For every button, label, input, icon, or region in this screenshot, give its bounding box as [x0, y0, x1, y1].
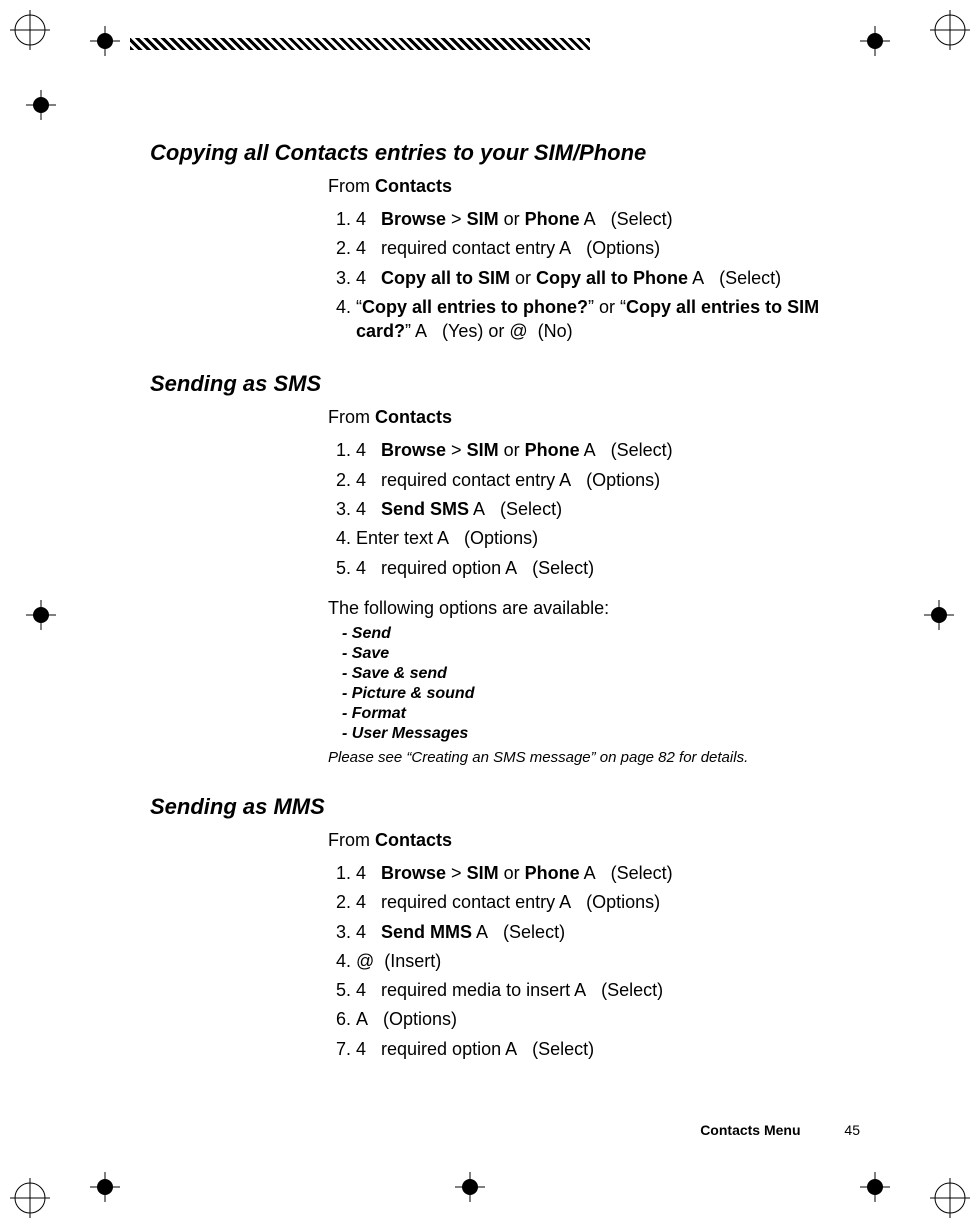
from-value: Contacts — [375, 176, 452, 196]
steps-sms: 4 Browse > SIM or Phone A (Select) 4 req… — [328, 438, 870, 579]
option-item: Picture & sound — [342, 685, 870, 703]
heading-copying: Copying all Contacts entries to your SIM… — [150, 140, 870, 166]
step: 4 required option A (Select) — [356, 1037, 870, 1061]
step: 4 Browse > SIM or Phone A (Select) — [356, 438, 870, 462]
crop-mark-bottom-left — [10, 1178, 50, 1218]
reg-mark-bottom-mid — [455, 1172, 485, 1202]
reg-mark-left-mid — [26, 600, 56, 630]
option-item: Send — [342, 625, 870, 643]
from-label: From — [328, 830, 370, 850]
crop-mark-top-left — [10, 10, 50, 50]
reg-mark-top-right — [860, 26, 890, 56]
step: 4 Browse > SIM or Phone A (Select) — [356, 207, 870, 231]
step: 4 required option A (Select) — [356, 556, 870, 580]
sms-note: Please see “Creating an SMS message” on … — [328, 749, 870, 766]
step: 4 required contact entry A (Options) — [356, 236, 870, 260]
reg-mark-bottom-left — [90, 1172, 120, 1202]
from-value: Contacts — [375, 407, 452, 427]
reg-mark-right-mid — [924, 600, 954, 630]
steps-copying: 4 Browse > SIM or Phone A (Select) 4 req… — [328, 207, 870, 343]
option-item: Format — [342, 705, 870, 723]
heading-sms: Sending as SMS — [150, 371, 870, 397]
step: 4 Send SMS A (Select) — [356, 497, 870, 521]
reg-mark-left-top — [26, 90, 56, 120]
decorative-pattern — [130, 38, 590, 50]
step: 4 required contact entry A (Options) — [356, 890, 870, 914]
from-label: From — [328, 176, 370, 196]
heading-mms: Sending as MMS — [150, 794, 870, 820]
option-item: Save & send — [342, 665, 870, 683]
page-footer: Contacts Menu 45 — [700, 1122, 860, 1138]
from-line-copying: From Contacts — [328, 176, 870, 197]
step: 4 Browse > SIM or Phone A (Select) — [356, 861, 870, 885]
reg-mark-top-left — [90, 26, 120, 56]
crop-mark-top-right — [930, 10, 970, 50]
steps-mms: 4 Browse > SIM or Phone A (Select) 4 req… — [328, 861, 870, 1061]
footer-page-number: 45 — [844, 1122, 860, 1138]
step: 4 Send MMS A (Select) — [356, 920, 870, 944]
option-item: Save — [342, 645, 870, 663]
page-content: Copying all Contacts entries to your SIM… — [150, 140, 870, 1073]
step: 4 Copy all to SIM or Copy all to Phone A… — [356, 266, 870, 290]
option-item: User Messages — [342, 725, 870, 743]
step: @ (Insert) — [356, 949, 870, 973]
step: “Copy all entries to phone?” or “Copy al… — [356, 295, 870, 344]
step: 4 required contact entry A (Options) — [356, 468, 870, 492]
step: Enter text A (Options) — [356, 526, 870, 550]
options-intro: The following options are available: — [328, 598, 870, 619]
crop-mark-bottom-right — [930, 1178, 970, 1218]
reg-mark-bottom-right — [860, 1172, 890, 1202]
from-line-mms: From Contacts — [328, 830, 870, 851]
step: A (Options) — [356, 1007, 870, 1031]
step: 4 required media to insert A (Select) — [356, 978, 870, 1002]
from-value: Contacts — [375, 830, 452, 850]
from-line-sms: From Contacts — [328, 407, 870, 428]
footer-title: Contacts Menu — [700, 1122, 800, 1138]
from-label: From — [328, 407, 370, 427]
options-list: Send Save Save & send Picture & sound Fo… — [342, 625, 870, 743]
